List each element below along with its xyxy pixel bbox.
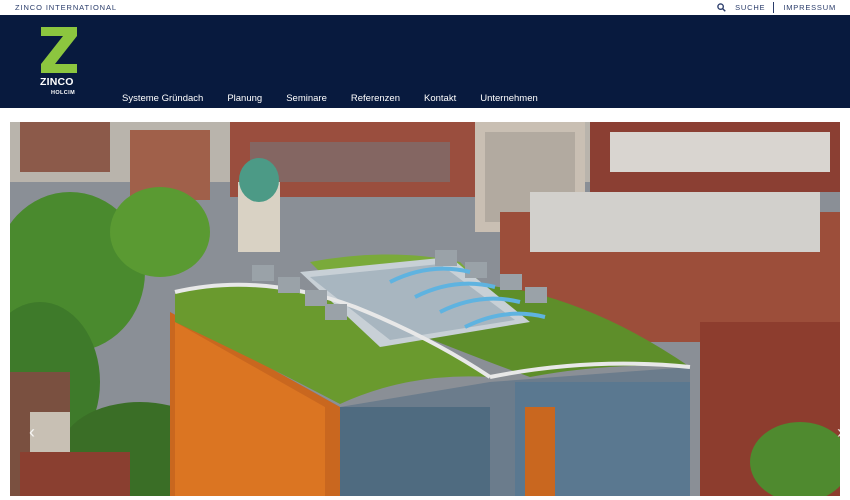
hero-slider[interactable]: ‹ › <box>10 122 840 496</box>
nav-item-systeme-gruendach[interactable]: Systeme Gründach <box>122 93 203 104</box>
utility-bar: ZINCO INTERNATIONAL SUCHE IMPRESSUM <box>0 0 850 15</box>
chevron-left-icon[interactable]: ‹ <box>24 422 40 442</box>
search-icon[interactable] <box>717 3 727 13</box>
logo-wordmark: ZINCO <box>40 76 74 88</box>
imprint-link[interactable]: IMPRESSUM <box>783 3 836 12</box>
chevron-right-icon[interactable]: › <box>832 422 840 442</box>
nav-item-kontakt[interactable]: Kontakt <box>424 93 456 104</box>
nav-item-referenzen[interactable]: Referenzen <box>351 93 400 104</box>
search-link[interactable]: SUCHE <box>735 3 765 12</box>
nav-item-planung[interactable]: Planung <box>227 93 262 104</box>
main-header: ZINCO HOLCIM Systeme Gründach Planung Se… <box>0 15 850 108</box>
utility-links: SUCHE IMPRESSUM <box>717 2 836 13</box>
zinco-logo[interactable] <box>39 27 81 99</box>
nav-item-seminare[interactable]: Seminare <box>286 93 327 104</box>
logo-subbrand: HOLCIM <box>51 90 76 96</box>
main-nav: Systeme Gründach Planung Seminare Refere… <box>122 93 562 104</box>
divider <box>773 2 775 13</box>
brand-name[interactable]: ZINCO INTERNATIONAL <box>15 3 117 12</box>
hero-image <box>10 122 840 496</box>
nav-item-unternehmen[interactable]: Unternehmen <box>480 93 538 104</box>
